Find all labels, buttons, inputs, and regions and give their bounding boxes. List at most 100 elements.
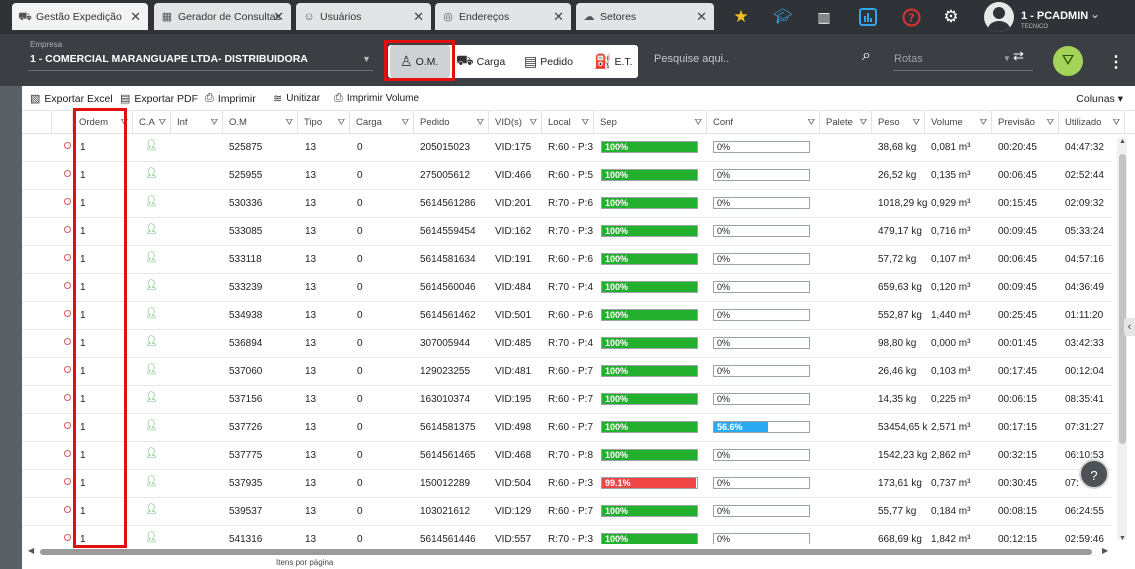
scroll-down-icon[interactable]: ▼ bbox=[1119, 535, 1126, 542]
col-peso[interactable]: Peso ⛛ bbox=[872, 111, 925, 134]
table-row[interactable]: 👤︎ 1 533085 13 0 5614559454 VID:162 R:70 - P:3 4… bbox=[22, 218, 1112, 246]
close-icon[interactable]: ✕ bbox=[130, 9, 141, 25]
filter-button[interactable]: ⛛ bbox=[1053, 46, 1083, 76]
tab-usuarios[interactable]: ☺ Usuários ✕ bbox=[296, 3, 431, 30]
status-dot-icon bbox=[64, 282, 71, 289]
col-vid[interactable]: VID(s) ⛛ bbox=[489, 111, 542, 134]
tab-gerador-consultas[interactable]: ▦ Gerador de Consultas ✕ bbox=[154, 3, 291, 30]
filter-icon[interactable]: ⛛ bbox=[158, 111, 166, 134]
side-panel-toggle-icon[interactable]: ‹ bbox=[1124, 318, 1135, 336]
scroll-up-icon[interactable]: ▲ bbox=[1119, 138, 1126, 145]
col-local[interactable]: Local ⛛ bbox=[542, 111, 594, 134]
close-icon[interactable]: ✕ bbox=[273, 9, 284, 25]
filter-icon[interactable]: ⛛ bbox=[979, 111, 987, 134]
print-volume-button[interactable]: ⎙ Imprimir Volume bbox=[334, 92, 419, 105]
col-palete[interactable]: Palete ⛛ bbox=[820, 111, 872, 134]
et-button[interactable]: ⛽ E.T. bbox=[594, 45, 638, 78]
col-inf[interactable]: Inf ⛛ bbox=[171, 111, 223, 134]
table-row[interactable]: 👤︎ 1 530336 13 0 5614561286 VID:201 R:70 - P:6 1… bbox=[22, 190, 1112, 218]
columns-menu[interactable]: Colunas ▾ bbox=[1076, 93, 1123, 105]
help-button[interactable]: ? bbox=[1079, 459, 1109, 489]
filter-icon[interactable]: ⛛ bbox=[285, 111, 293, 134]
close-icon[interactable]: ✕ bbox=[553, 9, 564, 25]
tab-gestao-expedicao[interactable]: ⛟ Gestão Expedição ✕ bbox=[12, 3, 148, 30]
filter-icon[interactable]: ⛛ bbox=[210, 111, 218, 134]
table-row[interactable]: 👤︎ 1 533118 13 0 5614581634 VID:191 R:60 - P:6 5… bbox=[22, 246, 1112, 274]
col-om[interactable]: O.M ⛛ bbox=[223, 111, 298, 134]
dropdown-arrow-icon[interactable]: ▼ bbox=[1003, 54, 1011, 63]
user-menu[interactable]: 1 - PCADMIN TECNICO ⌄ bbox=[984, 2, 1134, 32]
bar-chart-icon[interactable] bbox=[856, 5, 880, 29]
col-ca[interactable]: C.A ⛛ bbox=[133, 111, 171, 134]
more-vertical-icon[interactable]: ⋮ bbox=[1108, 52, 1124, 72]
horizontal-scroll-thumb[interactable] bbox=[40, 549, 1092, 555]
tab-enderecos[interactable]: ◎ Endereços ✕ bbox=[435, 3, 571, 30]
col-volume[interactable]: Volume ⛛ bbox=[925, 111, 992, 134]
rotas-select[interactable]: Rotas bbox=[894, 53, 923, 65]
col-utilizado[interactable]: Utilizado ⛛ bbox=[1059, 111, 1125, 134]
route-icon[interactable]: ⇄ bbox=[1013, 48, 1024, 64]
print-button[interactable]: ⎙ Imprimir bbox=[205, 92, 256, 105]
filter-icon[interactable]: ⛛ bbox=[912, 111, 920, 134]
unitizar-button[interactable]: ≋ Unitizar bbox=[273, 92, 320, 105]
col-previsao[interactable]: Previsão ⛛ bbox=[992, 111, 1059, 134]
table-row[interactable]: 👤︎ 1 539537 13 0 103021612 VID:129 R:60 - P:7 55… bbox=[22, 498, 1112, 526]
pedido-button[interactable]: ▤ Pedido bbox=[524, 45, 584, 78]
empresa-select[interactable]: 1 - COMERCIAL MARANGUAPE LTDA- DISTRIBUI… bbox=[30, 53, 308, 65]
filter-icon[interactable]: ⛛ bbox=[1112, 111, 1120, 134]
col-sep[interactable]: Sep ⛛ bbox=[594, 111, 707, 134]
col-tipo[interactable]: Tipo ⛛ bbox=[298, 111, 350, 134]
dropdown-arrow-icon[interactable]: ▼ bbox=[362, 54, 371, 64]
table-row[interactable]: 👤︎ 1 541316 13 0 5614561446 VID:557 R:70 - P:3 6… bbox=[22, 526, 1112, 544]
table-row[interactable]: 👤︎ 1 534938 13 0 5614561462 VID:501 R:60 - P:6 5… bbox=[22, 302, 1112, 330]
cell-om: 537060 bbox=[229, 366, 263, 377]
col-carga[interactable]: Carga ⛛ bbox=[350, 111, 414, 134]
cell-tipo: 13 bbox=[305, 254, 317, 265]
cell-om: 537775 bbox=[229, 450, 263, 461]
filter-icon[interactable]: ⛛ bbox=[401, 111, 409, 134]
table-row[interactable]: 👤︎ 1 537060 13 0 129023255 VID:481 R:60 - P:7 26… bbox=[22, 358, 1112, 386]
gear-icon[interactable]: ⚙ bbox=[939, 5, 963, 29]
table-row[interactable]: 👤︎ 1 537726 13 0 5614581375 VID:498 R:60 - P:7 5… bbox=[22, 414, 1112, 442]
star-icon[interactable]: ★ bbox=[729, 5, 753, 29]
close-icon[interactable]: ✕ bbox=[413, 9, 424, 25]
cell-volume: 1,842 m³ bbox=[931, 534, 971, 544]
filter-icon[interactable]: ⛛ bbox=[807, 111, 815, 134]
filter-icon[interactable]: ⛛ bbox=[859, 111, 867, 134]
col-pedido[interactable]: Pedido ⛛ bbox=[414, 111, 489, 134]
table-row[interactable]: 👤︎ 1 525955 13 0 275005612 VID:466 R:60 - P:5 26… bbox=[22, 162, 1112, 190]
table-row[interactable]: 👤︎ 1 536894 13 0 307005944 VID:485 R:70 - P:4 98… bbox=[22, 330, 1112, 358]
filter-icon[interactable]: ⛛ bbox=[476, 111, 484, 134]
filter-icon[interactable]: ⛛ bbox=[337, 111, 345, 134]
filter-icon[interactable]: ⛛ bbox=[529, 111, 537, 134]
table-row[interactable]: 👤︎ 1 533239 13 0 5614560046 VID:484 R:70 - P:4 6… bbox=[22, 274, 1112, 302]
filter-icon[interactable]: ⛛ bbox=[581, 111, 589, 134]
table-icon: ▦ bbox=[161, 10, 173, 23]
export-excel-button[interactable]: ▧ Exportar Excel bbox=[30, 92, 113, 106]
graduation-cap-icon[interactable]: 🎓︎ bbox=[771, 5, 795, 29]
cell-peso: 668,69 kg bbox=[878, 534, 922, 544]
user-check-icon: 👤︎ bbox=[145, 308, 158, 319]
carga-button[interactable]: ⛟ Carga bbox=[456, 45, 512, 78]
table-row[interactable]: 👤︎ 1 537775 13 0 5614561465 VID:468 R:70 - P:8 1… bbox=[22, 442, 1112, 470]
vertical-scroll-thumb[interactable] bbox=[1119, 154, 1126, 444]
map-icon[interactable]: ▥ bbox=[812, 5, 836, 29]
table-row[interactable]: 👤︎ 1 537156 13 0 163010374 VID:195 R:60 - P:7 14… bbox=[22, 386, 1112, 414]
scroll-right-icon[interactable]: ▶ bbox=[1102, 546, 1108, 555]
col-conf[interactable]: Conf ⛛ bbox=[707, 111, 820, 134]
table-row[interactable]: 👤︎ 1 537935 13 0 150012289 VID:504 R:60 - P:3 17… bbox=[22, 470, 1112, 498]
table-row[interactable]: 👤︎ 1 525875 13 0 205015023 VID:175 R:60 - P:3 38… bbox=[22, 134, 1112, 162]
tab-setores[interactable]: ☁ Setores ✕ bbox=[576, 3, 714, 30]
scroll-left-icon[interactable]: ◀ bbox=[28, 546, 34, 555]
search-icon[interactable]: ⌕ bbox=[862, 47, 871, 65]
search-input[interactable] bbox=[654, 50, 854, 68]
filter-icon[interactable]: ⛛ bbox=[1046, 111, 1054, 134]
export-pdf-button[interactable]: ▤ Exportar PDF bbox=[120, 92, 198, 106]
help-circle-icon[interactable]: ? bbox=[899, 5, 923, 29]
sep-progress-bar: 100% bbox=[601, 365, 698, 377]
filter-icon[interactable]: ⛛ bbox=[694, 111, 702, 134]
sep-progress-label: 99.1% bbox=[605, 478, 631, 488]
cell-vid: VID:484 bbox=[495, 282, 532, 293]
close-icon[interactable]: ✕ bbox=[696, 9, 707, 25]
user-check-icon: 👤︎ bbox=[145, 252, 158, 263]
